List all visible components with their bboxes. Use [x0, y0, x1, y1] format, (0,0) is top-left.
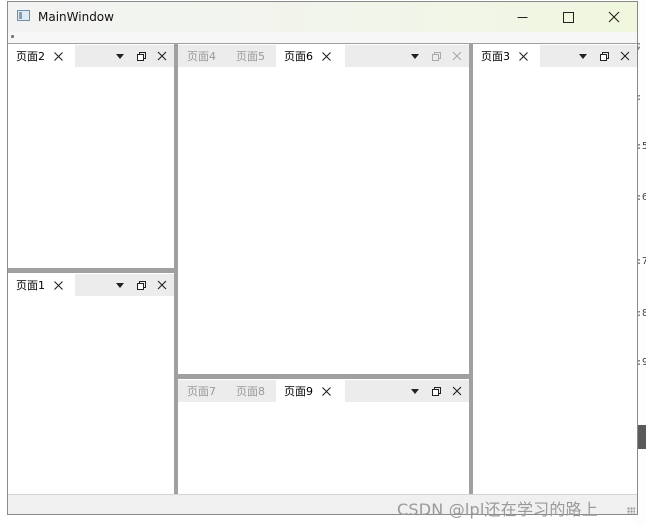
maximize-icon [562, 11, 574, 23]
tab-label: 页面2 [16, 50, 45, 63]
tab-list-dropdown[interactable] [405, 380, 425, 402]
tab-label: 页面3 [481, 50, 510, 63]
tab-page5[interactable]: 页面5 [227, 45, 276, 67]
tab-close-icon[interactable] [322, 51, 331, 61]
restore-icon [431, 386, 441, 396]
dock-panel-bottom-left: 页面1 [8, 272, 174, 494]
tab-strip: 页面3 [473, 45, 535, 67]
minimize-button[interactable] [499, 2, 545, 32]
chevron-down-icon [411, 53, 419, 59]
tab-page8[interactable]: 页面8 [227, 380, 276, 402]
tab-label: 页面1 [16, 279, 45, 292]
menu-handle-icon [11, 35, 14, 38]
close-icon [157, 51, 167, 61]
tab-close-icon[interactable] [54, 51, 63, 61]
restore-icon [136, 280, 146, 290]
float-panel-button[interactable] [426, 380, 446, 402]
tab-page2[interactable]: 页面2 [8, 45, 70, 67]
tab-label: 页面8 [236, 385, 265, 398]
panel-tabbar: 页面1 [8, 272, 174, 297]
tab-page4[interactable]: 页面4 [178, 45, 227, 67]
tab-page9[interactable]: 页面9 [276, 380, 338, 402]
bg-scroll-thumb [638, 425, 646, 449]
tab-label: 页面4 [187, 50, 216, 63]
restore-icon [431, 51, 441, 61]
close-icon [608, 11, 620, 23]
window-title: MainWindow [38, 10, 114, 24]
minimize-icon [517, 16, 527, 18]
chevron-down-icon [116, 53, 124, 59]
tab-page3[interactable]: 页面3 [473, 45, 535, 67]
float-panel-button[interactable] [131, 274, 151, 296]
float-panel-button[interactable] [131, 45, 151, 67]
title-bar[interactable]: MainWindow [8, 2, 637, 32]
panel-tabbar: 页面2 [8, 43, 174, 68]
maximize-button[interactable] [545, 2, 591, 32]
panel-tabbar: 页面4 页面5 页面6 [178, 43, 469, 68]
panel-tabbar: 页面7 页面8 页面9 [178, 378, 469, 403]
close-panel-button[interactable] [152, 45, 172, 67]
tab-list-dropdown[interactable] [573, 45, 593, 67]
tab-label: 页面5 [236, 50, 265, 63]
chevron-down-icon [411, 388, 419, 394]
tab-strip: 页面2 [8, 45, 70, 67]
close-icon [620, 51, 630, 61]
close-panel-button[interactable] [447, 380, 467, 402]
dock-panel-top-center: 页面4 页面5 页面6 [178, 43, 469, 374]
close-icon [452, 51, 462, 61]
tab-close-icon[interactable] [519, 51, 528, 61]
tab-list-dropdown[interactable] [405, 45, 425, 67]
close-icon [452, 386, 462, 396]
dock-panel-bottom-center: 页面7 页面8 页面9 [178, 378, 469, 494]
panel-tabbar: 页面3 [473, 43, 637, 68]
close-panel-button[interactable] [152, 274, 172, 296]
close-panel-button[interactable] [615, 45, 635, 67]
tab-label: 页面9 [284, 385, 313, 398]
tab-close-icon[interactable] [322, 386, 331, 396]
tab-strip: 页面7 页面8 页面9 [178, 380, 338, 402]
watermark: CSDN @lpl还在学习的路上 [397, 500, 598, 519]
float-panel-button[interactable] [594, 45, 614, 67]
main-window: MainWindow 页面2 页面1 页面4 页面5 页面6 页面7 页面8 页… [7, 1, 638, 515]
tab-label: 页面6 [284, 50, 313, 63]
tab-list-dropdown[interactable] [110, 45, 130, 67]
tab-strip: 页面1 [8, 274, 70, 296]
restore-icon [599, 51, 609, 61]
tab-close-icon[interactable] [54, 280, 63, 290]
close-window-button[interactable] [591, 2, 637, 32]
chevron-down-icon [579, 53, 587, 59]
dock-panel-top-left: 页面2 [8, 43, 174, 268]
tab-page6[interactable]: 页面6 [276, 45, 338, 67]
app-window-icon [17, 10, 30, 21]
tab-strip: 页面4 页面5 页面6 [178, 45, 338, 67]
resize-grip-icon[interactable] [627, 507, 635, 514]
tab-page7[interactable]: 页面7 [178, 380, 227, 402]
close-panel-button-disabled [447, 45, 467, 67]
dock-area: 页面2 页面1 页面4 页面5 页面6 页面7 页面8 页面9 页面3 [8, 43, 637, 494]
chevron-down-icon [116, 282, 124, 288]
close-icon [157, 280, 167, 290]
dock-panel-right: 页面3 [473, 43, 637, 494]
restore-icon [136, 51, 146, 61]
float-panel-button-disabled [426, 45, 446, 67]
tab-list-dropdown[interactable] [110, 274, 130, 296]
tab-label: 页面7 [187, 385, 216, 398]
tab-page1[interactable]: 页面1 [8, 274, 70, 296]
